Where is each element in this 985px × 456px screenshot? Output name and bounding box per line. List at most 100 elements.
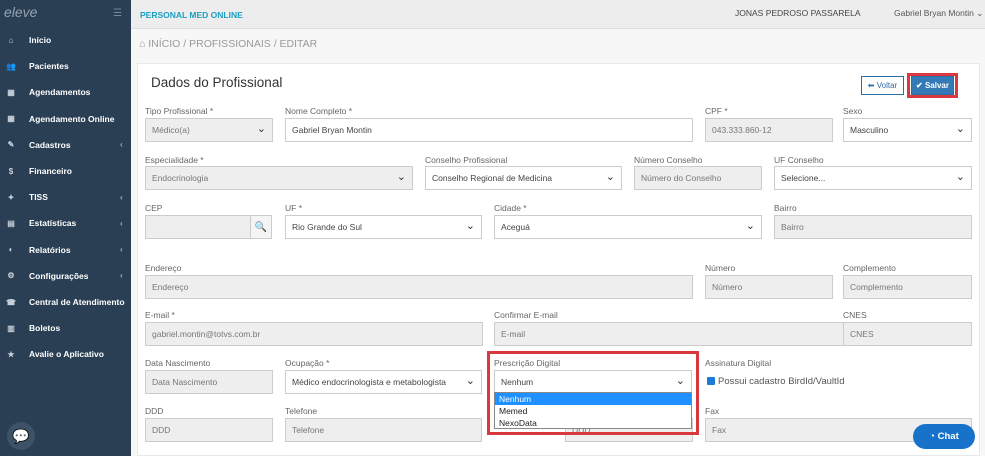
star-icon: ★ [7,349,15,359]
nascimento-input[interactable]: Data Nascimento [145,370,273,394]
back-button[interactable]: ⬅ Voltar [861,76,904,95]
sidebar-item-label: Avalie o Aplicativo [29,349,104,360]
sidebar-item-label: Central de Atendimento [29,297,125,307]
sidebar-item-label: Agendamentos [29,87,91,98]
assinatura-checkbox[interactable] [707,377,715,385]
sidebar-item-12[interactable]: ★ Avalie o Aplicativo [0,341,131,367]
cep-label: CEP [145,203,163,213]
endereco-label: Endereço [145,263,182,273]
nome-label: Nome Completo * [285,106,353,116]
dropdown-option-nenhum[interactable]: Nenhum [495,393,691,405]
email-label: E-mail * [145,310,175,320]
sidebar-item-5[interactable]: $ Financeiro [0,158,131,184]
account-menu[interactable]: Gabriel Bryan Montin ⌄ [894,8,983,19]
sidebar-item-0[interactable]: ⌂ Início [0,27,131,53]
uf_conselho-label: UF Conselho [774,155,824,165]
sidebar-item-label: Financeiro [29,166,72,176]
chevron-left-icon: ‹ [120,271,123,281]
search-cep-button[interactable]: 🔍 [250,215,272,239]
chat-bubble-icon[interactable]: 💬 [7,422,35,450]
sidebar-item-11[interactable]: ▥ Boletos [0,315,131,341]
chevron-left-icon: ‹ [120,192,123,202]
sidebar-item-7[interactable]: ▤ Estatísticas ‹ [0,210,131,236]
ddd-label: DDD [145,406,164,416]
sidebar-item-8[interactable]: ◐ Relatórios ‹ [0,237,131,263]
app-logo: eleve [4,4,38,20]
gear-icon: ⚙ [7,271,15,281]
sidebar-item-label: Boletos [29,323,61,334]
chevron-left-icon: ‹ [120,245,123,255]
ddd-input[interactable]: DDD [145,418,273,442]
sidebar-item-1[interactable]: 👥 Pacientes [0,53,131,79]
sidebar-item-label: Agendamento Online [29,113,115,124]
sidebar-item-label: TISS [29,192,48,203]
report-icon: ◐ [8,245,14,255]
confirmar-label: Confirmar E-mail [494,310,558,320]
numero-input[interactable]: Número [705,275,833,299]
cpf-input[interactable]: 043.333.860-12 [705,118,833,142]
cnes-input[interactable]: CNES [843,322,972,346]
dropdown-option-memed[interactable]: Memed [495,405,691,417]
uf-label: UF * [285,203,302,213]
calendar-icon: ▦ [7,114,15,124]
user-name: JONAS PEDROSO PASSARELA [735,8,861,18]
barcode-icon: ▥ [7,323,15,333]
home-icon: ⌂ [8,35,14,45]
numero_conselho-input[interactable]: Número do Conselho [634,166,762,190]
sexo-select[interactable]: Masculino [843,118,972,142]
chevron-left-icon: ‹ [120,140,123,150]
sidebar-item-2[interactable]: ▦ Agendamentos [0,79,131,105]
sidebar-item-4[interactable]: ✎ Cadastros ‹ [0,132,131,158]
numero_conselho-label: Número Conselho [634,155,703,165]
cpf-label: CPF * [705,106,728,116]
topbar: PERSONAL MED ONLINE JONAS PEDROSO PASSAR… [131,0,985,29]
assinatura-label: Assinatura Digital [705,358,772,368]
nome-input[interactable]: Gabriel Bryan Montin [285,118,693,142]
especialidade-select[interactable]: Endocrinologia [145,166,413,190]
complemento-label: Complemento [843,263,896,273]
sidebar-item-9[interactable]: ⚙ Configurações ‹ [0,263,131,289]
dollar-icon: $ [8,166,14,176]
home-icon: ⌂ [139,38,149,50]
sidebar-item-label: Cadastros [29,139,71,150]
sidebar-item-label: Início [29,35,52,45]
conselho-select[interactable]: Conselho Regional de Medicina [425,166,622,190]
chat-button[interactable]: ◔ Chat [913,424,975,449]
arrow-left-icon: ⬅ [867,81,877,90]
tipo-label: Tipo Profissional * [145,106,214,116]
prescricao-dropdown-list: Nenhum Memed NexoData [494,392,692,429]
bairro-label: Bairro [774,203,797,213]
edit-icon: ✎ [7,140,15,150]
numero-label: Número [705,263,736,273]
sidebar-item-6[interactable]: ✦ TISS ‹ [0,184,131,210]
cep-input[interactable] [145,215,251,239]
ocupacao-label: Ocupação * [285,358,330,368]
cidade-select[interactable]: Aceguá [494,215,762,239]
cnes-label: CNES [843,310,867,320]
breadcrumb: ⌂ INÍCIO / PROFISSIONAIS / EDITAR [139,38,318,50]
calendar-icon: ▦ [7,87,15,97]
ocupacao-select[interactable]: Médico endocrinologista e metabologista [285,370,482,394]
page-title: Dados do Profissional [151,75,283,90]
sidebar-item-10[interactable]: ☎ Central de Atendimento [0,289,131,315]
support-icon: ☎ [6,297,16,307]
complemento-input[interactable]: Complemento [843,275,972,299]
nascimento-label: Data Nascimento [145,358,211,368]
email-input[interactable]: gabriel.montin@totvs.com.br [145,322,483,346]
tipo-select[interactable]: Médico(a) [145,118,273,142]
dropdown-option-nexodata[interactable]: NexoData [495,417,691,429]
uf-select[interactable]: Rio Grande do Sul [285,215,482,239]
telefone-input[interactable]: Telefone [285,418,482,442]
sidebar-item-3[interactable]: ▦ Agendamento Online [0,106,131,132]
sidebar-item-label: Estatísticas [29,218,77,229]
assinatura-checkbox-label: Possui cadastro BirdId/VaultId [718,376,845,387]
sidebar-item-label: Relatórios [29,244,71,255]
menu-toggle-icon[interactable]: ☰ [113,8,122,19]
bairro-input[interactable]: Bairro [774,215,972,239]
cidade-label: Cidade * [494,203,527,213]
telefone-label: Telefone [285,406,318,416]
uf_conselho-select[interactable]: Selecione... [774,166,972,190]
chart-icon: ▤ [7,218,15,228]
endereco-input[interactable]: Endereço [145,275,693,299]
especialidade-label: Especialidade * [145,155,204,165]
